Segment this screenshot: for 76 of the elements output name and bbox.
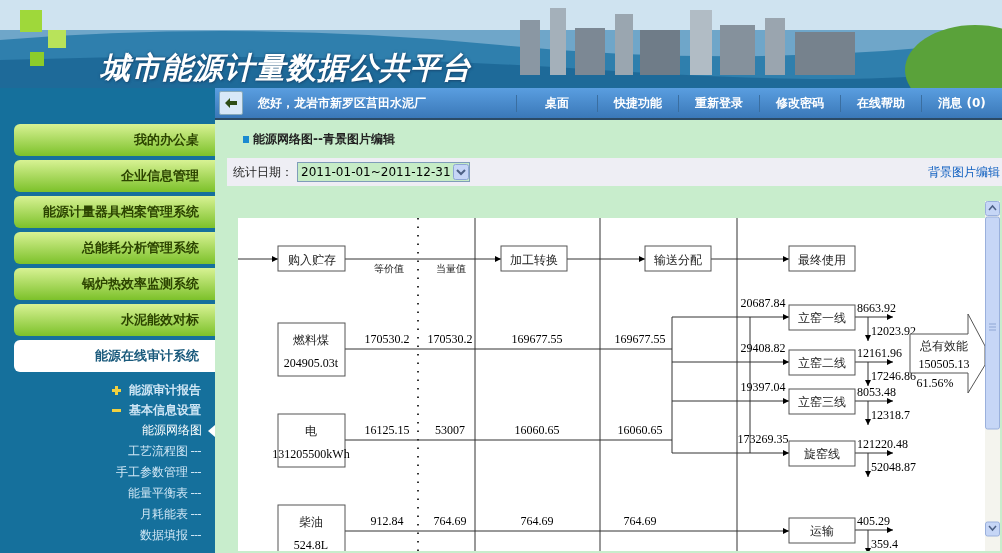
source-node: 柴油 524.8L [277, 504, 346, 551]
source-node: 燃料煤 204905.03t [277, 322, 346, 377]
flow-value: 29408.82 [740, 341, 786, 355]
nav-link[interactable]: 重新登录 [678, 94, 759, 112]
stage-node: 购入贮存 [277, 245, 346, 272]
flow-value: 12023.92 [871, 324, 916, 338]
tree-item[interactable]: 能量平衡表 [128, 485, 188, 502]
flow-value: 764.69 [433, 514, 467, 528]
flow-value: 8663.92 [857, 301, 896, 315]
flow-value: 170530.2 [427, 332, 473, 346]
sidebar-item[interactable]: 锅炉热效率监测系统 [14, 268, 215, 300]
scrollbar[interactable] [985, 201, 1000, 551]
edit-background-link[interactable]: 背景图片编辑 [928, 163, 1000, 181]
flow-value: 170530.2 [364, 332, 410, 346]
tree-item[interactable]: 手工参数管理 [116, 464, 188, 481]
tree-item[interactable]: 能源网络图 [142, 422, 202, 439]
tree-item[interactable]: 基本信息设置 [129, 401, 201, 419]
flow-value: 169677.55 [511, 332, 563, 346]
flow-value: 16125.15 [364, 423, 410, 437]
flow-value: 169677.55 [614, 332, 666, 346]
site-title: 城市能源计量数据公共平台 [100, 49, 472, 87]
back-arrow-icon [225, 98, 237, 108]
total-label: 总有效能 [920, 339, 968, 353]
flow-value: 359.4 [871, 537, 898, 551]
stage-node: 加工转换 [500, 245, 568, 272]
nav-link[interactable]: 快捷功能 [597, 94, 678, 112]
bullet-icon [243, 135, 249, 143]
flow-value: 12318.7 [871, 408, 910, 422]
flow-value: 12161.96 [857, 346, 902, 360]
nav-link[interactable]: 在线帮助 [840, 94, 921, 112]
flow-value: 52048.87 [871, 460, 916, 474]
greeting: 您好，龙岩市新罗区莒田水泥厂 [258, 94, 426, 112]
flow-value: 405.29 [857, 514, 890, 528]
consumer-node: 立窑一线 [788, 304, 856, 331]
consumer-node: 立窑三线 [788, 388, 856, 415]
nav-link[interactable]: 消息 (0) [921, 94, 1002, 112]
sidebar-item[interactable]: 我的办公桌 [14, 124, 215, 156]
back-button[interactable] [219, 91, 243, 115]
nav-link[interactable]: 修改密码 [759, 94, 840, 112]
flow-value: 16060.65 [617, 423, 663, 437]
flow-value: 17246.86 [871, 369, 916, 383]
flow-value: 53007 [435, 423, 465, 437]
consumer-node: 立窑二线 [788, 349, 856, 376]
flow-value: 173269.35 [737, 432, 789, 446]
flow-value: 8053.48 [857, 385, 896, 399]
column-label: 当量值 [436, 263, 466, 274]
column-label: 等价值 [374, 263, 404, 274]
nav-link[interactable]: 桌面 [516, 94, 597, 112]
flow-value: 912.84 [370, 514, 404, 528]
sidebar-item[interactable]: 总能耗分析管理系统 [14, 232, 215, 264]
flow-value: 121220.48 [857, 437, 908, 451]
flow-value: 764.69 [623, 514, 657, 528]
sidebar-item[interactable]: 企业信息管理 [14, 160, 215, 192]
total-percent: 61.56% [916, 376, 954, 390]
flow-value: 19397.04 [740, 380, 786, 394]
sidebar-item[interactable]: 能源计量器具档案管理系统 [14, 196, 215, 228]
tree-item[interactable]: 能源审计报告 [129, 381, 201, 399]
tree-item[interactable]: 工艺流程图 [128, 443, 188, 460]
total-value: 150505.13 [918, 357, 970, 371]
stage-node: 输送分配 [644, 245, 712, 272]
sidebar-item[interactable]: 能源在线审计系统 [14, 340, 215, 372]
filter-label: 统计日期： [233, 163, 293, 181]
tree-item[interactable]: 月耗能表 [140, 506, 188, 523]
stage-node: 最终使用 [788, 245, 856, 272]
flow-value: 16060.65 [514, 423, 560, 437]
tree-item[interactable]: 数据填报 [140, 527, 188, 544]
page-title: 能源网络图--青景图片编辑 [253, 130, 395, 148]
dropdown-icon [452, 164, 469, 180]
flow-value: 764.69 [520, 514, 554, 528]
consumer-node: 旋窑线 [788, 440, 856, 467]
consumer-node: 运输 [788, 517, 856, 544]
date-select[interactable]: 2011-01-01~2011-12-31 [297, 162, 470, 182]
sidebar-item[interactable]: 水泥能效对标 [14, 304, 215, 336]
flow-value: 20687.84 [740, 296, 786, 310]
flow-arrow [238, 256, 279, 262]
plus-icon[interactable] [112, 385, 121, 395]
